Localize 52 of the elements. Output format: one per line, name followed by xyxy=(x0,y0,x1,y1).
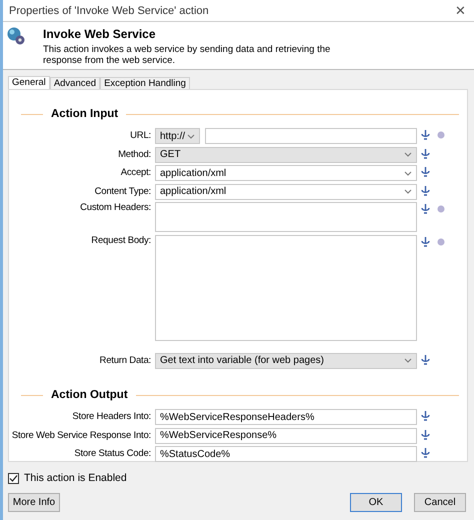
field-label: Accept: xyxy=(120,166,151,180)
field-label: Store Web Service Response Into: xyxy=(10,428,151,442)
input-field[interactable]: %WebServiceResponse% xyxy=(155,428,417,444)
field-label: Store Status Code: xyxy=(73,447,151,461)
field-label: Return Data: xyxy=(98,354,151,368)
protocol-dropdown[interactable]: http:// xyxy=(155,128,200,144)
variable-icon[interactable] xyxy=(421,204,430,214)
dialog-button[interactable]: More Info xyxy=(8,493,60,512)
url-field[interactable] xyxy=(205,128,417,144)
action-description: This action invokes a web service by sending data and retrieving the response from the web service. xyxy=(43,44,332,66)
input-field[interactable]: %WebServiceResponseHeaders% xyxy=(155,409,417,425)
action-title: Invoke Web Service xyxy=(43,27,156,41)
chevron-icon xyxy=(404,152,412,157)
field-label: URL: xyxy=(129,129,151,143)
variable-icon[interactable] xyxy=(421,148,430,158)
tab[interactable]: General xyxy=(8,76,50,89)
globe-gear-icon xyxy=(7,27,25,45)
chevron-icon xyxy=(404,170,412,176)
dialog-button[interactable]: Cancel xyxy=(414,493,466,512)
dropdown[interactable]: GET xyxy=(155,146,417,162)
dot-icon[interactable] xyxy=(437,205,445,213)
combo-box[interactable]: application/xml xyxy=(155,184,417,200)
field-label: Custom Headers: xyxy=(79,202,151,214)
variable-icon[interactable] xyxy=(421,130,430,140)
section-title: Action Input xyxy=(51,108,118,120)
variable-icon[interactable] xyxy=(421,411,430,421)
combo-box[interactable]: application/xml xyxy=(155,165,417,181)
dialog-button[interactable]: OK xyxy=(350,493,402,512)
variable-icon[interactable] xyxy=(421,354,430,364)
chevron-icon xyxy=(187,134,195,138)
variable-icon[interactable] xyxy=(421,167,430,177)
field-label: Method: xyxy=(117,148,151,162)
input-field[interactable]: %StatusCode% xyxy=(155,446,417,462)
tab[interactable]: Advanced xyxy=(50,77,100,89)
close-button[interactable]: ✕ xyxy=(455,3,466,18)
dropdown[interactable]: Get text into variable (for web pages) xyxy=(155,352,417,368)
field-label: Request Body: xyxy=(90,234,151,246)
checkbox-label: This action is Enabled xyxy=(24,472,127,484)
checkbox[interactable] xyxy=(8,472,19,484)
dot-icon[interactable] xyxy=(437,131,445,139)
chevron-icon xyxy=(404,189,412,194)
variable-icon[interactable] xyxy=(421,186,430,196)
field-label: Store Headers Into: xyxy=(71,410,151,424)
chevron-icon xyxy=(404,358,412,363)
window-title: Properties of 'Invoke Web Service' action xyxy=(9,4,209,16)
section-title: Action Output xyxy=(51,389,128,401)
variable-icon[interactable] xyxy=(421,448,430,458)
dot-icon[interactable] xyxy=(437,238,445,246)
tab[interactable]: Exception Handling xyxy=(100,77,190,89)
field-label: Content Type: xyxy=(94,184,151,198)
variable-icon[interactable] xyxy=(421,236,430,246)
variable-icon[interactable] xyxy=(421,430,430,440)
